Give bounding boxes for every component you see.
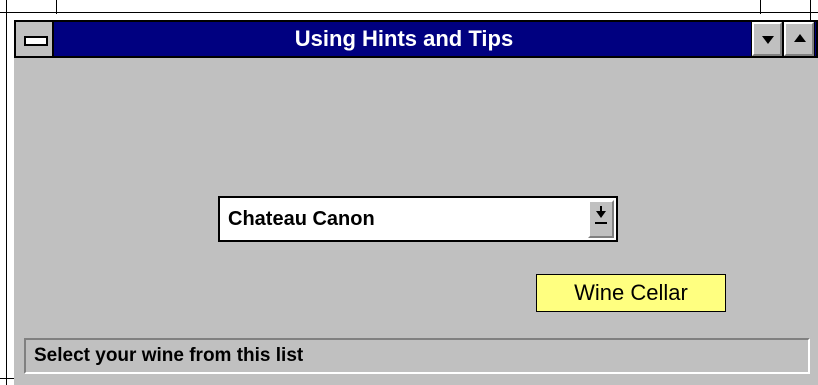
wine-combobox[interactable]: Chateau Canon: [218, 196, 618, 242]
dropdown-underline-icon: [595, 222, 607, 224]
maximize-button[interactable]: [783, 21, 815, 57]
status-text: Select your wine from this list: [34, 345, 304, 366]
combobox-dropdown-button[interactable]: [588, 200, 614, 238]
frame-line-notch-left: [56, 0, 57, 14]
minimize-button[interactable]: [751, 21, 783, 57]
window-title: Using Hints and Tips: [294, 26, 514, 51]
dropdown-arrow-icon: [596, 211, 606, 218]
combobox-selected-value: Chateau Canon: [228, 208, 375, 230]
status-bar: Select your wine from this list: [24, 338, 810, 374]
system-menu-icon: [24, 36, 48, 46]
frame-line-notch-right: [760, 0, 761, 14]
maximize-arrow-icon: [794, 34, 806, 42]
frame-line-left: [6, 0, 7, 385]
system-menu-button[interactable]: [14, 20, 54, 58]
tooltip: Wine Cellar: [536, 274, 726, 312]
minimize-arrow-icon: [762, 36, 774, 44]
frame-line-top: [0, 12, 818, 13]
